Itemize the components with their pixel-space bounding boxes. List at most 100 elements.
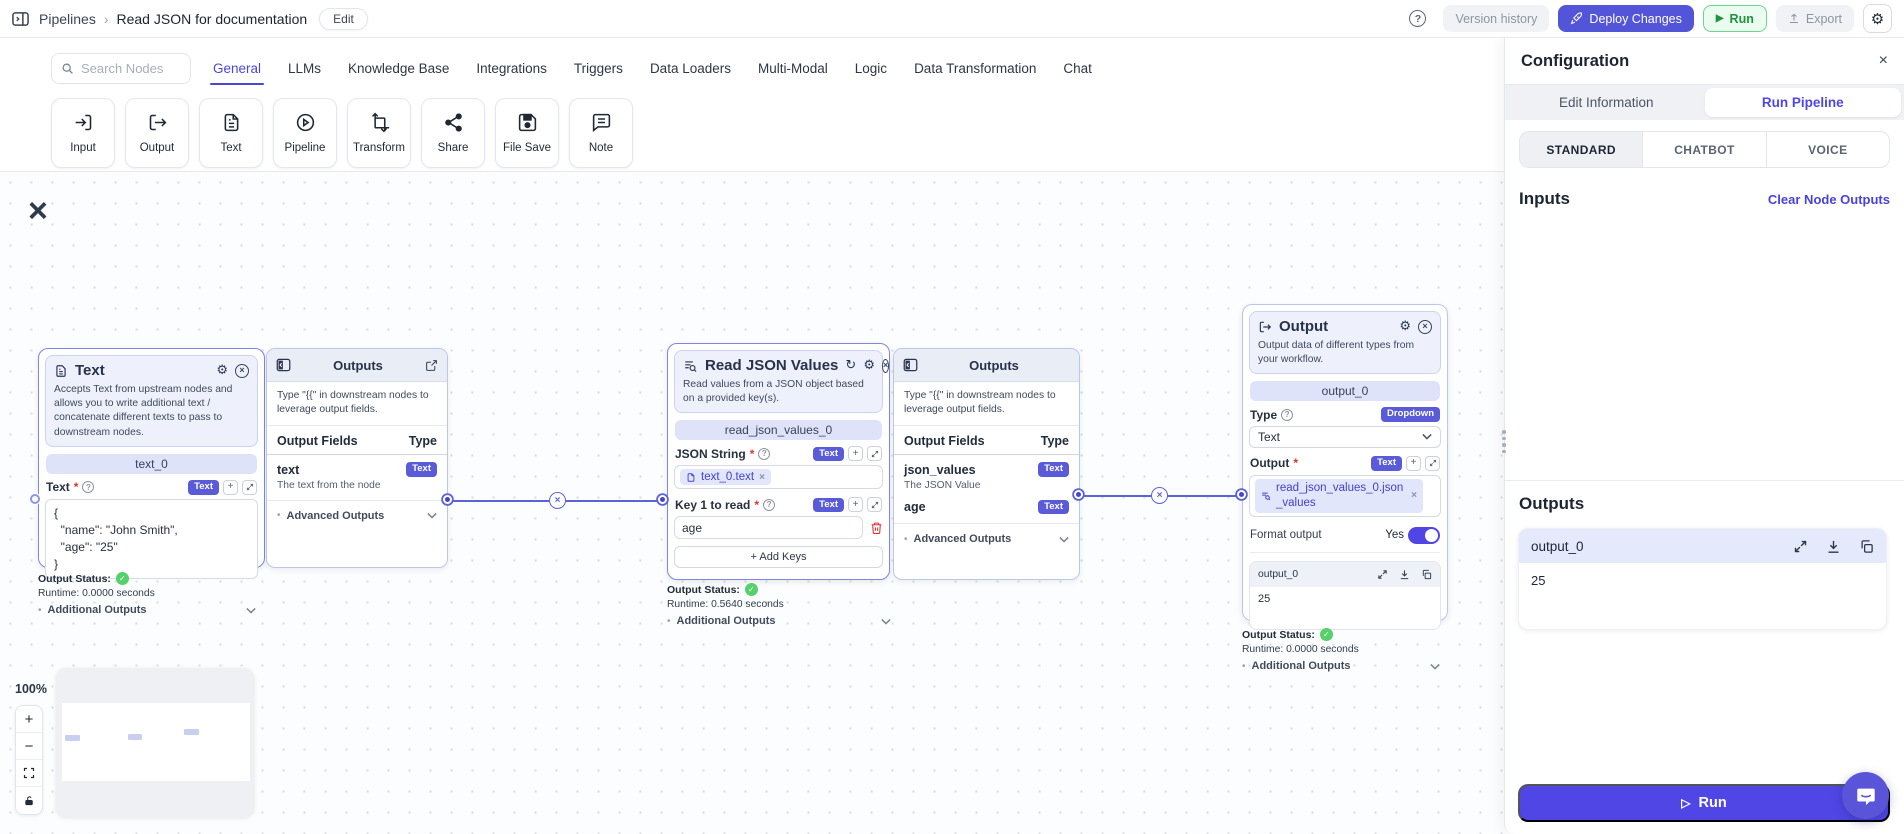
type-badge[interactable]: Text (1371, 456, 1402, 471)
copy-icon[interactable] (1421, 569, 1432, 580)
add-variable-icon[interactable]: + (1406, 455, 1421, 471)
outputs1-source-handle[interactable] (443, 495, 452, 504)
canvas[interactable]: × × × Text ⚙ × Accepts Text from upstrea… (0, 172, 1504, 834)
output-target-handle[interactable] (1237, 490, 1246, 499)
help-icon[interactable]: ? (758, 447, 771, 460)
chat-widget-button[interactable] (1842, 772, 1889, 819)
chevron-down-icon[interactable] (1059, 536, 1069, 543)
node-close-icon[interactable]: × (1418, 319, 1432, 334)
export-button[interactable]: Export (1775, 5, 1854, 32)
type-badge[interactable]: Text (813, 497, 844, 513)
add-variable-icon[interactable]: + (848, 446, 863, 462)
close-icon[interactable]: × (1879, 52, 1888, 70)
tab-knowledge-base[interactable]: Knowledge Base (348, 61, 449, 76)
refresh-icon[interactable]: ↻ (845, 359, 856, 372)
zoom-in-button[interactable]: + (16, 706, 42, 733)
read-json-values-node[interactable]: Read JSON Values ↻ ⚙ × Read values from … (667, 343, 890, 580)
node-card-output[interactable]: Output (125, 98, 189, 168)
chip-remove-icon[interactable]: × (759, 472, 765, 483)
run-pipeline-button[interactable]: ▷ Run (1518, 784, 1890, 822)
type-badge[interactable]: Text (813, 446, 844, 462)
variable-chip[interactable]: read_json_values_0.json_values × (1255, 478, 1423, 513)
node-close-icon[interactable]: × (235, 363, 249, 378)
chevron-down-icon[interactable] (1430, 663, 1440, 670)
node-settings-icon[interactable]: ⚙ (1399, 320, 1411, 333)
edge-delete-button[interactable]: × (549, 492, 566, 509)
tab-llms[interactable]: LLMs (288, 61, 321, 76)
panel-collapse-icon[interactable] (903, 358, 918, 372)
tab-multi-modal[interactable]: Multi-Modal (758, 61, 828, 76)
chevron-down-icon[interactable] (881, 618, 891, 625)
mode-chatbot[interactable]: CHATBOT (1643, 132, 1767, 167)
add-variable-icon[interactable]: + (848, 497, 863, 513)
expand-icon[interactable] (242, 479, 257, 495)
tab-triggers[interactable]: Triggers (574, 61, 623, 76)
output-value-input[interactable]: read_json_values_0.json_values × (1249, 474, 1441, 517)
help-icon[interactable]: ? (1409, 10, 1427, 27)
node-card-share[interactable]: Share (421, 98, 485, 168)
type-badge[interactable]: Text (188, 480, 219, 495)
format-output-toggle[interactable] (1408, 526, 1440, 544)
tab-data-loaders[interactable]: Data Loaders (650, 61, 731, 76)
mode-voice[interactable]: VOICE (1767, 132, 1889, 167)
sidebar-toggle-icon[interactable] (12, 11, 29, 27)
tab-data-transformation[interactable]: Data Transformation (914, 61, 1036, 76)
node-settings-icon[interactable]: ⚙ (216, 364, 228, 377)
expand-icon[interactable] (1425, 455, 1440, 471)
node-card-input[interactable]: Input (51, 98, 115, 168)
edge-delete-button[interactable]: × (1151, 487, 1168, 504)
help-icon[interactable]: ? (1281, 408, 1294, 421)
fit-view-button[interactable] (16, 760, 42, 787)
add-variable-icon[interactable]: + (223, 479, 238, 495)
search-input[interactable] (81, 61, 181, 76)
node-settings-icon[interactable]: ⚙ (863, 359, 875, 372)
chevron-down-icon[interactable] (246, 607, 256, 614)
node-card-text[interactable]: Text (199, 98, 263, 168)
help-icon[interactable]: ? (763, 498, 776, 511)
chevron-down-icon[interactable] (427, 512, 437, 519)
output-field-name[interactable]: age (904, 500, 926, 514)
download-icon[interactable] (1826, 539, 1841, 554)
clear-node-outputs-link[interactable]: Clear Node Outputs (1768, 192, 1890, 207)
read-json-outputs-panel[interactable]: Outputs Type "{{" in downstream nodes to… (893, 348, 1080, 580)
delete-key-icon[interactable] (870, 521, 883, 535)
tab-chat[interactable]: Chat (1063, 61, 1092, 76)
text-node-input-handle[interactable] (30, 494, 40, 504)
readjson-target-handle[interactable] (658, 495, 667, 504)
canvas-close-icon[interactable]: × (28, 194, 48, 228)
expand-icon[interactable] (1377, 569, 1388, 580)
panel-resize-handle[interactable] (1502, 430, 1506, 453)
search-nodes-box[interactable] (51, 53, 191, 84)
expand-icon[interactable] (1793, 539, 1808, 554)
expand-icon[interactable] (867, 497, 882, 513)
text-node[interactable]: Text ⚙ × Accepts Text from upstream node… (38, 348, 265, 579)
chip-remove-icon[interactable]: × (1411, 490, 1417, 501)
text-field-value[interactable]: { "name": "John Smith", "age": "25" } (45, 498, 258, 579)
type-select[interactable]: Text (1249, 425, 1441, 448)
edit-title-button[interactable]: Edit (319, 7, 368, 30)
minimap[interactable] (56, 668, 254, 817)
node-card-transform[interactable]: Transform (347, 98, 411, 168)
tab-edit-information[interactable]: Edit Information (1508, 88, 1705, 117)
tab-run-pipeline[interactable]: Run Pipeline (1704, 88, 1901, 117)
output-node[interactable]: Output ⚙ × Output data of different type… (1242, 304, 1448, 630)
copy-icon[interactable] (1859, 539, 1874, 554)
text-outputs-panel[interactable]: Outputs Type "{{" in downstream nodes to… (266, 348, 448, 568)
external-link-icon[interactable] (425, 359, 438, 372)
node-card-note[interactable]: Note (569, 98, 633, 168)
variable-chip[interactable]: text_0.text × (680, 469, 771, 486)
download-icon[interactable] (1399, 569, 1410, 580)
tab-integrations[interactable]: Integrations (476, 61, 547, 76)
version-history-button[interactable]: Version history (1443, 5, 1550, 32)
help-icon[interactable]: ? (82, 481, 95, 494)
key-input[interactable]: age (674, 516, 863, 540)
deploy-changes-button[interactable]: Deploy Changes (1558, 5, 1694, 32)
panel-collapse-icon[interactable] (276, 358, 291, 372)
json-string-input[interactable]: text_0.text × (674, 465, 883, 490)
output-field-name[interactable]: text (277, 463, 299, 477)
zoom-out-button[interactable]: − (16, 733, 42, 760)
settings-gear-button[interactable]: ⚙ (1863, 4, 1892, 33)
node-card-pipeline[interactable]: Pipeline (273, 98, 337, 168)
lock-button[interactable] (16, 787, 42, 814)
breadcrumb-section[interactable]: Pipelines (39, 11, 96, 27)
